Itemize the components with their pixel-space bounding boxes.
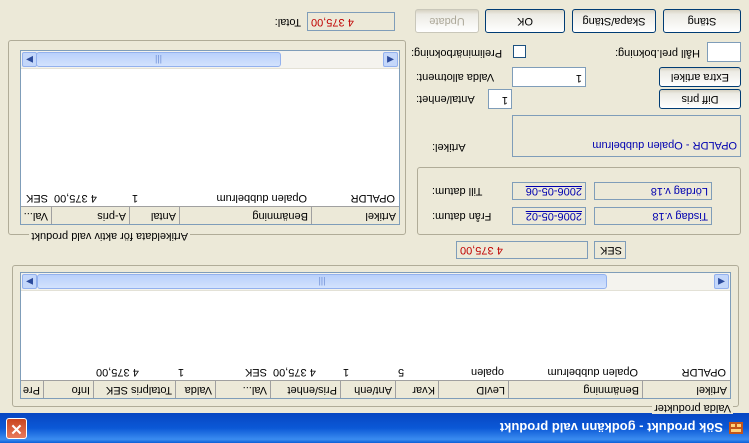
- col-totalpris[interactable]: Totalpris SEK: [93, 381, 175, 398]
- cell-val: SEK: [25, 192, 48, 204]
- cell-antenh: 1: [343, 366, 350, 378]
- app-icon: [729, 422, 743, 434]
- col-benamning[interactable]: Benämning: [508, 381, 642, 398]
- close-window-button[interactable]: ✕: [6, 418, 27, 439]
- price-field: 4 375,00: [456, 241, 588, 259]
- cell-pris: 4 375,00: [273, 366, 316, 378]
- article-details-header: Artikel Benämning Antal A-pris Val...: [21, 206, 399, 224]
- col-valda[interactable]: Valda: [175, 381, 215, 398]
- selected-products-header: Artikel Benämning LevID Kvar Ant/enh Pri…: [21, 380, 730, 398]
- cell-benamning: Opalen dubbelrum: [547, 366, 638, 378]
- units-field[interactable]: 1: [488, 89, 512, 109]
- hold-booking-label: Håll prel.bokning:: [615, 47, 700, 59]
- app-window: Sök produkt - godkänn vald produkt ✕ Val…: [0, 0, 749, 443]
- article-field: OPALDR - Opalen dubbelrum: [512, 115, 741, 157]
- update-button[interactable]: Update: [415, 9, 479, 33]
- to-day-field: Lördag v.18: [594, 182, 712, 200]
- extra-article-button[interactable]: Extra artikel: [659, 67, 741, 87]
- diff-price-button[interactable]: Diff pris: [659, 89, 741, 109]
- scroll-left-icon[interactable]: ◀: [714, 274, 729, 289]
- to-date-label: Till datum:: [432, 185, 483, 197]
- ok-button[interactable]: OK: [485, 9, 565, 33]
- close-button[interactable]: Stäng: [663, 9, 741, 33]
- cell-kvar: 5: [398, 366, 405, 378]
- cell-total: 4 375,00: [96, 366, 139, 378]
- selected-products-label: Valda produkter: [652, 402, 733, 414]
- col-levid[interactable]: LevID: [438, 381, 508, 398]
- allotment-field[interactable]: 1: [512, 67, 586, 87]
- total-label: Total:: [274, 16, 301, 28]
- cell-antal: 1: [132, 192, 139, 204]
- title-bar[interactable]: Sök produkt - godkänn vald produkt ✕: [0, 413, 749, 443]
- preliminary-checkbox[interactable]: [513, 45, 526, 58]
- col-prisenhet[interactable]: Pris/enhet: [270, 381, 340, 398]
- scroll-right-icon[interactable]: ▶: [22, 52, 37, 67]
- create-close-button[interactable]: Skapa/Stäng: [572, 9, 656, 33]
- col-val[interactable]: Val...: [21, 207, 51, 224]
- cell-valda: 1: [178, 366, 185, 378]
- cell-apris: 4 375,00: [54, 192, 97, 204]
- col-info[interactable]: Info: [43, 381, 93, 398]
- units-label: Antal/enhet:: [416, 93, 475, 105]
- preliminary-label: Preliminärbokning:: [411, 47, 503, 59]
- col-val[interactable]: Val...: [215, 381, 270, 398]
- selected-products-list[interactable]: Artikel Benämning LevID Kvar Ant/enh Pri…: [20, 272, 731, 399]
- scroll-thumb[interactable]: |||: [37, 274, 607, 289]
- window-title: Sök produkt - godkänn vald produkt: [499, 420, 723, 435]
- col-pre[interactable]: Pre: [20, 381, 43, 398]
- scroll-right-icon[interactable]: ▶: [22, 274, 37, 289]
- hold-booking-field[interactable]: [707, 42, 741, 62]
- col-antenh[interactable]: Ant/enh: [340, 381, 395, 398]
- col-artikel[interactable]: Artikel: [642, 381, 730, 398]
- article-details-list[interactable]: Artikel Benämning Antal A-pris Val... OP…: [20, 50, 400, 225]
- currency-field: SEK: [594, 241, 626, 259]
- col-antal[interactable]: Antal: [129, 207, 179, 224]
- close-icon: ✕: [10, 420, 23, 437]
- cell-benamning: Opalen dubbelrum: [216, 192, 307, 204]
- table-row[interactable]: OPALDR Opalen dubbelrum 1 4 375,00 SEK: [21, 190, 399, 206]
- col-benamning[interactable]: Benämning: [179, 207, 311, 224]
- cell-val: SEK: [244, 366, 267, 378]
- table-row[interactable]: OPALDR Opalen dubbelrum opalen 5 1 4 375…: [21, 364, 730, 380]
- scroll-left-icon[interactable]: ◀: [383, 52, 398, 67]
- col-kvar[interactable]: Kvar: [395, 381, 438, 398]
- cell-artikel: OPALDR: [681, 366, 726, 378]
- selected-products-scrollbar[interactable]: ◀ ||| ▶: [21, 273, 730, 291]
- col-apris[interactable]: A-pris: [51, 207, 129, 224]
- from-date-field[interactable]: 2006-05-02: [512, 207, 586, 225]
- allotment-label: Valda allotment:: [416, 71, 495, 83]
- from-day-field: Tisdag v.18: [594, 207, 712, 225]
- cell-artikel: OPALDR: [350, 192, 395, 204]
- from-date-label: Från datum:: [432, 210, 492, 222]
- total-field: 4 375,00: [307, 12, 395, 31]
- col-artikel[interactable]: Artikel: [311, 207, 399, 224]
- article-details-scrollbar[interactable]: ◀ ||| ▶: [21, 51, 399, 69]
- scroll-thumb[interactable]: |||: [36, 52, 281, 67]
- article-label: Artikel:: [432, 141, 466, 153]
- to-date-field[interactable]: 2006-05-06: [512, 182, 586, 200]
- article-details-label: Artikeldata för aktiv vald produkt: [29, 230, 190, 242]
- cell-levid: opalen: [470, 366, 504, 378]
